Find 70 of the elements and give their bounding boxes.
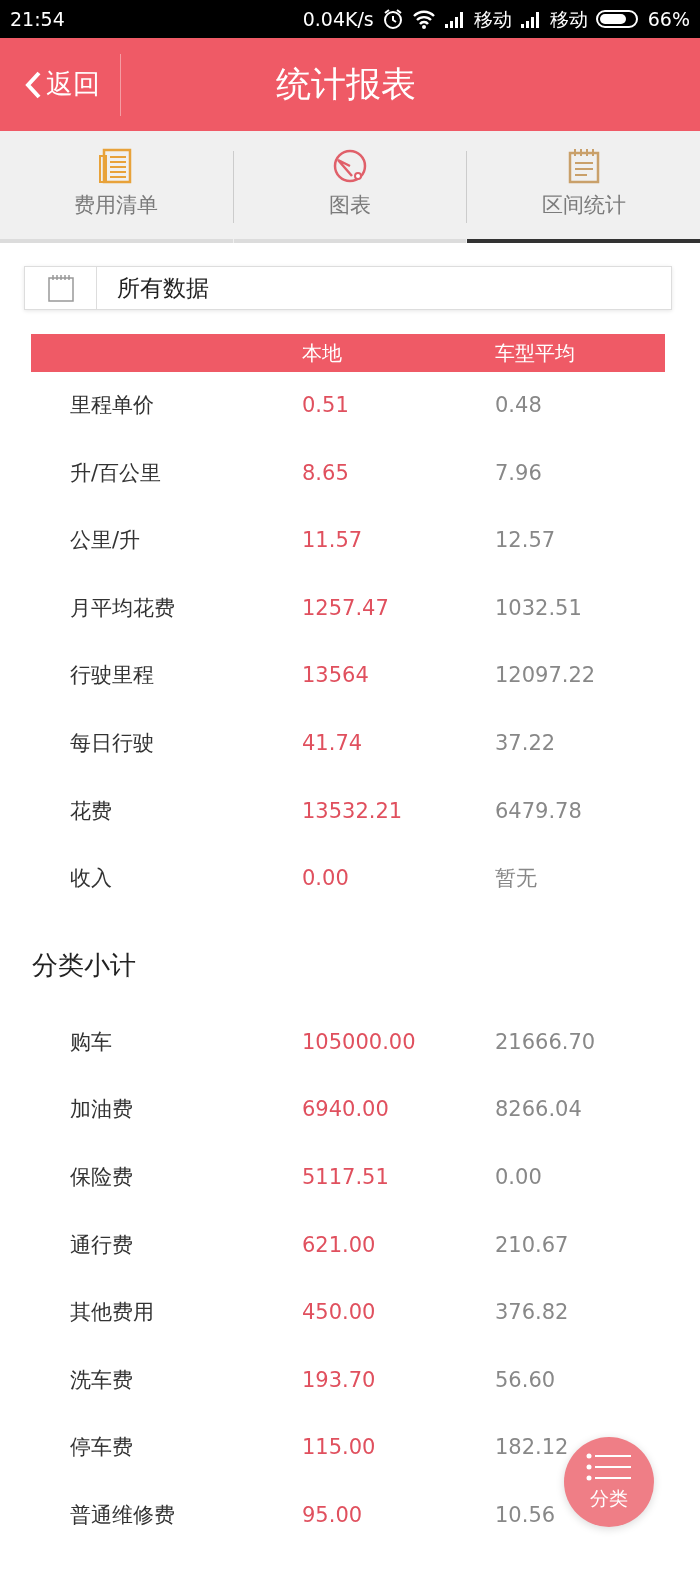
average-value: 1032.51 [495,595,582,620]
row-label: 行驶里程 [70,663,154,688]
local-value: 621.00 [302,1232,376,1257]
average-value: 10.56 [495,1502,556,1527]
local-value: 8.65 [302,460,349,485]
local-value: 95.00 [302,1502,363,1527]
row-label: 每日行驶 [70,731,154,755]
tab[interactable]: 图表 [233,131,467,243]
local-value: 193.70 [302,1367,376,1392]
local-value: 41.74 [302,731,363,755]
row-label: 洗车费 [70,1367,133,1392]
row-label: 购车 [70,1029,112,1054]
wifi-icon [411,9,436,29]
average-value: 0.00 [495,1165,542,1189]
chevron-left-icon [24,69,42,100]
row-label: 升/百公里 [70,460,162,485]
row-label: 保险费 [70,1165,133,1189]
column-header: 本地 [302,341,342,365]
average-value: 210.67 [495,1232,569,1257]
carrier-name: 移动 [473,6,512,32]
average-value: 12.57 [495,528,556,553]
battery-icon [595,9,640,29]
pie-chart-icon [332,148,368,185]
signal-icon [443,10,466,28]
local-value: 115.00 [302,1435,376,1460]
date-filter-field[interactable]: 所有数据 [24,266,672,310]
calendar-icon [46,273,75,303]
average-value: 21666.70 [495,1029,596,1054]
local-value: 0.51 [302,393,349,418]
local-value: 0.00 [302,866,349,891]
row-label: 普通维修费 [70,1502,175,1527]
row-label: 公里/升 [70,528,141,553]
network-speed: 0.04K/s [302,6,374,32]
carrier-name: 移动 [549,6,588,32]
local-value: 105000.00 [302,1029,416,1054]
row-label: 加油费 [70,1097,133,1122]
average-value: 12097.22 [495,663,596,688]
list-icon [586,1451,632,1482]
local-value: 6940.00 [302,1097,389,1122]
row-label: 收入 [70,866,112,891]
row-label: 月平均花费 [70,595,175,620]
average-value: 6479.78 [495,798,582,823]
tab[interactable]: 区间统计 [467,131,700,243]
average-value: 暂无 [495,866,537,891]
local-value: 13564 [302,663,369,688]
average-value: 37.22 [495,731,556,755]
section-title: 分类小计 [32,949,136,980]
local-value: 450.00 [302,1300,376,1325]
average-value: 0.48 [495,393,542,418]
row-label: 其他费用 [70,1300,154,1325]
column-header: 车型平均 [495,341,575,365]
battery-percent: 66% [647,6,690,32]
page-title: 统计报表 [274,63,417,107]
row-label: 通行费 [70,1232,133,1257]
local-value: 5117.51 [302,1165,389,1189]
tab[interactable]: 费用清单 [0,131,233,243]
local-value: 13532.21 [302,798,403,823]
row-label: 里程单价 [70,393,154,418]
back-button[interactable]: 返回 [0,53,121,116]
row-label: 停车费 [70,1435,133,1460]
average-value: 7.96 [495,460,542,485]
average-value: 376.82 [495,1300,569,1325]
average-value: 56.60 [495,1367,556,1392]
status-time: 21:54 [10,6,65,32]
local-value: 1257.47 [302,595,389,620]
alarm-icon [381,8,404,30]
local-value: 11.57 [302,528,363,553]
row-label: 花费 [70,798,112,823]
signal-icon [519,10,542,28]
average-value: 8266.04 [495,1097,582,1122]
